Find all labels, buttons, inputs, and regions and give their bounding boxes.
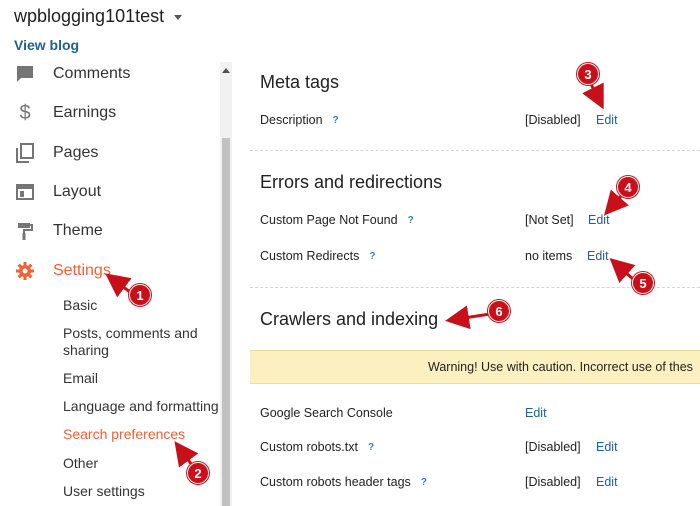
redirects-value: no items	[525, 249, 573, 263]
paint-roller-icon	[14, 220, 36, 242]
sidebar-item-label: Earnings	[53, 104, 117, 121]
section-title-crawlers-indexing: Crawlers and indexing	[260, 309, 439, 329]
help-icon[interactable]: ?	[408, 215, 414, 226]
sidebar-item-comments[interactable]: Comments	[0, 59, 220, 89]
sidebar-item-pages[interactable]: Pages	[0, 138, 220, 168]
view-blog-link[interactable]: View blog	[14, 37, 79, 53]
blog-switcher[interactable]: wpblogging101test	[14, 6, 183, 27]
not-found-edit-link[interactable]: Edit	[588, 213, 610, 227]
sidebar-item-label: Pages	[53, 144, 99, 161]
annotation-badge-6: 6	[488, 300, 510, 322]
blog-name: wpblogging101test	[14, 6, 165, 26]
sidebar-item-theme[interactable]: Theme	[0, 216, 220, 246]
help-icon[interactable]: ?	[421, 477, 427, 488]
dollar-icon: $	[19, 101, 31, 124]
robots-header-row-label: Custom robots header tags ?	[260, 475, 427, 489]
annotation-badge-4: 4	[617, 176, 639, 198]
redirects-row-label: Custom Redirects ?	[260, 249, 375, 263]
custom-robots-txt-label: Custom robots.txt	[260, 440, 358, 454]
not-found-row-label: Custom Page Not Found ?	[260, 213, 414, 227]
custom-redirects-label: Custom Redirects	[260, 249, 360, 263]
annotation-badge-3: 3	[577, 63, 599, 85]
scrollbar-thumb[interactable]	[222, 138, 230, 506]
warning-text: Warning! Use with caution. Incorrect use…	[428, 360, 693, 374]
settings-sub-email[interactable]: Email	[63, 370, 223, 387]
robots-header-edit-link[interactable]: Edit	[596, 475, 618, 489]
warning-banner: Warning! Use with caution. Incorrect use…	[250, 350, 700, 384]
main-content: Meta tags Description ? [Disabled] Edit …	[232, 0, 700, 506]
annotation-badge-5: 5	[632, 272, 654, 294]
description-edit-link[interactable]: Edit	[596, 113, 618, 127]
layout-icon	[14, 181, 36, 203]
help-icon[interactable]: ?	[369, 251, 375, 262]
sidebar-scrollbar[interactable]	[220, 62, 232, 506]
sidebar-item-settings[interactable]: Settings	[0, 256, 220, 286]
sidebar-item-label: Layout	[53, 183, 102, 200]
sidebar-item-label: Comments	[53, 65, 131, 82]
robots-txt-row-label: Custom robots.txt ?	[260, 440, 374, 454]
robots-txt-value: [Disabled]	[525, 440, 581, 454]
sidebar: wpblogging101test View blog Comments $ E…	[0, 0, 232, 506]
settings-sub-user-settings[interactable]: User settings	[63, 483, 223, 500]
sidebar-item-earnings[interactable]: $ Earnings	[0, 98, 220, 128]
search-console-edit-link[interactable]: Edit	[525, 406, 547, 420]
description-label: Description	[260, 113, 323, 127]
custom-page-not-found-label: Custom Page Not Found	[260, 213, 398, 227]
settings-sub-posts-comments-sharing[interactable]: Posts, comments and sharing	[63, 325, 223, 359]
robots-header-value: [Disabled]	[525, 475, 581, 489]
comment-icon	[14, 63, 36, 85]
sidebar-item-layout[interactable]: Layout	[0, 177, 220, 207]
redirects-edit-link[interactable]: Edit	[587, 249, 609, 263]
sidebar-item-label: Theme	[53, 222, 103, 239]
section-divider	[250, 150, 700, 151]
description-row-label: Description ?	[260, 113, 339, 127]
description-value: [Disabled]	[525, 113, 581, 127]
not-found-value: [Not Set]	[525, 213, 574, 227]
sidebar-item-label: Settings	[53, 262, 111, 279]
gear-icon	[14, 260, 36, 282]
annotation-badge-2: 2	[187, 462, 209, 484]
robots-txt-edit-link[interactable]: Edit	[596, 440, 618, 454]
search-console-row-label: Google Search Console	[260, 406, 393, 420]
help-icon[interactable]: ?	[333, 115, 339, 126]
help-icon[interactable]: ?	[368, 442, 374, 453]
settings-sub-language-formatting[interactable]: Language and formatting	[63, 398, 223, 415]
caret-down-icon[interactable]	[174, 15, 183, 20]
settings-sub-search-preferences[interactable]: Search preferences	[63, 426, 223, 443]
section-title-meta-tags: Meta tags	[260, 72, 340, 92]
annotation-badge-1: 1	[129, 284, 151, 306]
scroll-up-arrow-icon[interactable]	[222, 68, 230, 73]
custom-robots-header-tags-label: Custom robots header tags	[260, 475, 411, 489]
pages-icon	[14, 142, 36, 164]
google-search-console-label: Google Search Console	[260, 406, 393, 420]
section-title-errors-redirections: Errors and redirections	[260, 172, 443, 192]
